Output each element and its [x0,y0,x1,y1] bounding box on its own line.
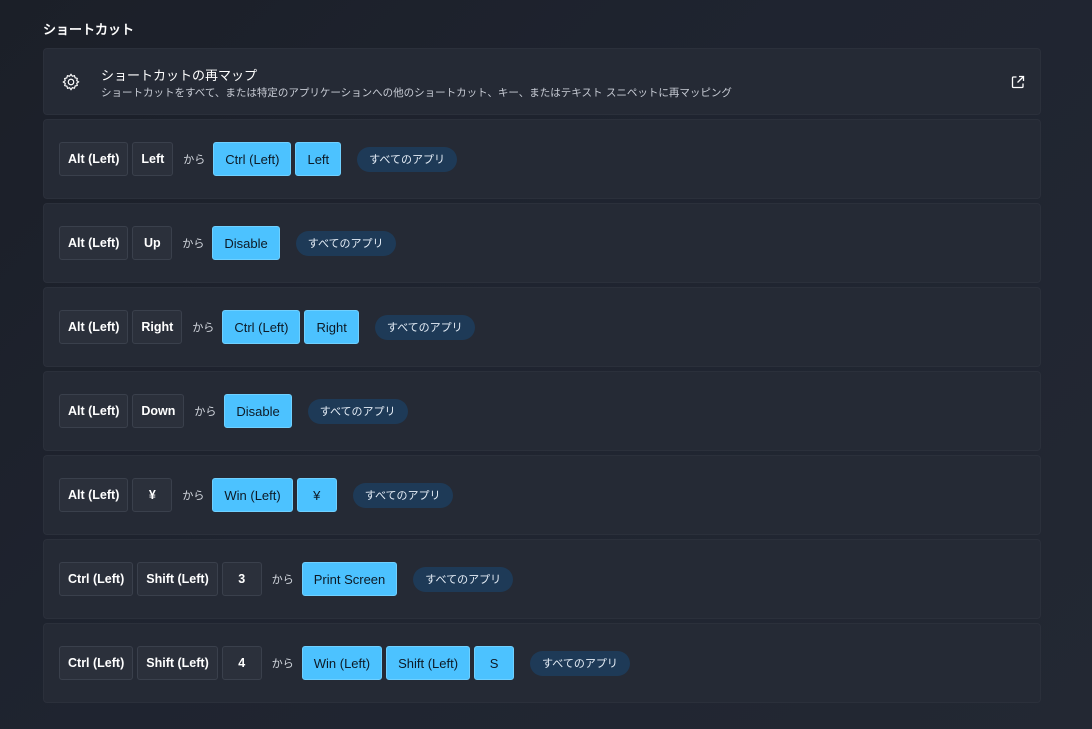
source-key: Left [132,142,174,176]
section-title: ショートカット [43,23,135,38]
mapping-row-content: Alt (Left) Up から Disable すべてのアプリ [59,204,396,282]
scope-badge: すべてのアプリ [295,230,396,256]
mapping-connector: から [182,489,205,502]
target-key: Ctrl (Left) [213,142,292,176]
scope-badge: すべてのアプリ [352,482,453,508]
mapping-row[interactable]: Alt (Left) ¥ から Win (Left) ¥ すべてのアプリ [43,455,1041,535]
target-key: Right [304,310,359,344]
mapping-row-content: Alt (Left) Down から Disable すべてのアプリ [59,372,408,450]
scope-badge: すべてのアプリ [413,566,514,592]
scope-badge: すべてのアプリ [357,146,457,172]
remap-shortcuts-card[interactable]: ショートカットの再マップ ショートカットをすべて、または特定のアプリケーションへ… [43,48,1041,115]
mapping-row-content: Alt (Left) Left から Ctrl (Left) Left すべてのアプリ [59,120,457,198]
mapping-connector: から [271,573,294,586]
target-key: Disable [224,394,292,428]
remap-title: ショートカットの再マップ [101,69,258,84]
source-key: Alt (Left) [59,394,129,428]
mapping-row[interactable]: Ctrl (Left) Shift (Left) 3 から Print Screen すべ… [43,539,1041,619]
mapping-row[interactable]: Alt (Left) Right から Ctrl (Left) Right すべてのアプリ [43,287,1041,367]
source-key: Right [132,310,183,344]
mapping-connector: から [192,321,215,334]
remap-description: ショートカットをすべて、または特定のアプリケーションへの他のショートカット、キー… [101,87,732,99]
mapping-row-content: Ctrl (Left) Shift (Left) 4 から Win (Left) Shif… [59,624,630,702]
source-key: Ctrl (Left) [59,562,134,596]
target-key: Print Screen [301,562,398,596]
target-key: Win (Left) [301,646,383,680]
target-key: S [474,646,515,680]
mapping-row[interactable]: Ctrl (Left) Shift (Left) 4 から Win (Left) Shif… [43,623,1041,703]
mapping-row-content: Alt (Left) ¥ から Win (Left) ¥ すべてのアプリ [59,456,453,534]
source-key: Alt (Left) [59,478,129,512]
target-key: Ctrl (Left) [222,310,301,344]
target-key: Left [295,142,342,176]
scope-badge: すべてのアプリ [530,650,630,676]
scope-badge: すべてのアプリ [307,398,408,424]
mapping-connector: から [183,153,206,166]
target-key: Shift (Left) [386,646,471,680]
source-key: Ctrl (Left) [59,646,134,680]
mapping-connector: から [194,405,217,418]
mapping-row[interactable]: Alt (Left) Up から Disable すべてのアプリ [43,203,1041,283]
source-key: Alt (Left) [59,142,129,176]
mapping-row-content: Alt (Left) Right から Ctrl (Left) Right すべてのアプリ [59,288,475,366]
source-key: Alt (Left) [59,310,129,344]
source-key: Up [132,226,173,260]
source-key: Shift (Left) [137,646,218,680]
mapping-row-content: Ctrl (Left) Shift (Left) 3 から Print Screen すべ… [59,540,514,618]
target-key: Win (Left) [212,478,293,512]
open-external-icon[interactable] [1010,74,1026,90]
gear-icon [62,73,80,91]
source-key: Down [132,394,185,428]
source-key: 4 [221,646,262,680]
source-key: Alt (Left) [59,226,129,260]
source-key: 3 [221,562,262,596]
shortcut-remap-page: ショートカット ショートカットの再マップ ショートカットをすべて、または特定のア… [0,0,1092,729]
mapping-connector: から [182,237,205,250]
target-key: Disable [212,226,280,260]
source-key: ¥ [132,478,173,512]
mapping-connector: から [271,657,294,670]
source-key: Shift (Left) [137,562,218,596]
mapping-row[interactable]: Alt (Left) Down から Disable すべてのアプリ [43,371,1041,451]
target-key: ¥ [296,478,337,512]
scope-badge: すべてのアプリ [374,314,475,340]
mapping-row[interactable]: Alt (Left) Left から Ctrl (Left) Left すべてのアプリ [43,119,1041,199]
